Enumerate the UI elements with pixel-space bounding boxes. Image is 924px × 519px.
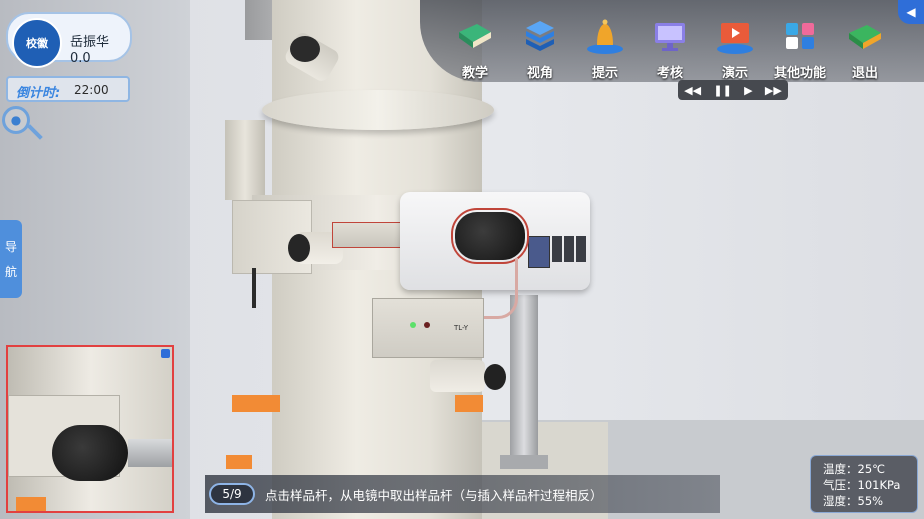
step-instruction-bar: 5/9 点击样品杆，从电镜中取出样品杆（与插入样品杆过程相反）: [205, 475, 720, 513]
nav-label-2: 航: [4, 265, 17, 279]
view-toggle-button[interactable]: ●: [2, 106, 30, 134]
user-card: 校徽 岳振华 0.0: [6, 12, 132, 68]
apps-icon: [780, 18, 820, 54]
cable: [252, 268, 256, 308]
toolbar-view-button[interactable]: 视角: [509, 18, 571, 81]
toolbar-label: 视角: [526, 66, 553, 81]
status-led-red: [424, 322, 430, 328]
toolbar-exam-button[interactable]: 考核: [639, 18, 701, 81]
toolbar-label: 演示: [721, 66, 748, 81]
toolbar-label: 教学: [461, 66, 488, 81]
holder-slot: [552, 236, 562, 262]
detail-rod: [128, 439, 172, 467]
bell-icon: [585, 18, 625, 54]
column-ring: [262, 90, 494, 130]
holder-slot: [564, 236, 574, 262]
toolbar-hint-button[interactable]: 提示: [574, 18, 636, 81]
toolbar-label: 考核: [656, 66, 683, 81]
upper-knob-cap: [290, 36, 320, 62]
countdown-label: 倒计时:: [16, 86, 61, 101]
play-button[interactable]: ▶: [744, 84, 752, 97]
toolbar-label: 其他功能: [773, 66, 826, 81]
middle-knob-cap: [288, 234, 310, 262]
user-score: 0.0: [70, 51, 91, 66]
lower-knob-cap: [484, 364, 506, 390]
speaker-icon: ◀: [906, 5, 916, 19]
pause-button[interactable]: ❚❚: [713, 84, 731, 97]
presentation-icon: [715, 18, 755, 54]
toolbar-teaching-button[interactable]: 教学: [444, 18, 506, 81]
status-led-green: [410, 322, 416, 328]
university-logo: 校徽: [12, 18, 62, 68]
pressure-readout: 气压：101KPa: [823, 478, 901, 492]
nav-label-1: 导: [4, 240, 17, 254]
navigation-tab[interactable]: 导 航: [0, 220, 22, 298]
orange-band: [232, 395, 280, 412]
detail-handle: [52, 425, 128, 481]
environment-panel: 温度：25℃ 气压：101KPa 湿度：55%: [810, 455, 918, 513]
orange-band: [455, 395, 483, 412]
expand-icon[interactable]: [161, 349, 170, 358]
holder-display: [528, 236, 550, 268]
toolbar-demo-button[interactable]: 演示: [704, 18, 766, 81]
top-toolbar: 教学 视角 提示 考核 演示 其他功能 退出: [420, 0, 924, 82]
toolbar-label: 提示: [591, 66, 618, 81]
monitor-icon: [650, 18, 690, 54]
cube-icon: [520, 18, 560, 54]
countdown-timer: 倒计时: 22:00: [6, 76, 130, 102]
humidity-readout: 湿度：55%: [823, 494, 884, 508]
orange-band: [226, 455, 252, 469]
user-name: 岳振华: [70, 35, 110, 50]
sound-button[interactable]: ◀: [898, 0, 924, 24]
eye-icon: ●: [10, 113, 22, 127]
step-counter: 5/9: [209, 483, 255, 505]
detail-orange-band: [16, 497, 46, 511]
rewind-button[interactable]: ◀◀: [684, 84, 701, 97]
holder-slot: [576, 236, 586, 262]
book-icon: [455, 18, 495, 54]
detail-view-panel[interactable]: [6, 345, 174, 513]
toolbar-exit-button[interactable]: 退出: [834, 18, 896, 81]
media-controls: ◀◀ ❚❚ ▶ ▶▶: [678, 80, 788, 100]
countdown-value: 22:00: [74, 83, 109, 97]
toolbar-label: 退出: [851, 66, 878, 81]
step-instruction: 点击样品杆，从电镜中取出样品杆（与插入样品杆过程相反）: [265, 488, 603, 503]
lower-knob: [430, 360, 485, 392]
support-stand: [510, 295, 538, 465]
controller-label: TL-Y: [454, 324, 469, 332]
left-tube: [225, 120, 265, 200]
sample-rod-handle[interactable]: [451, 208, 529, 264]
exit-icon: [845, 18, 885, 54]
fast-forward-button[interactable]: ▶▶: [765, 84, 782, 97]
toolbar-more-button[interactable]: 其他功能: [769, 18, 831, 81]
support-stand-base: [500, 455, 548, 469]
temperature-readout: 温度：25℃: [823, 462, 886, 476]
